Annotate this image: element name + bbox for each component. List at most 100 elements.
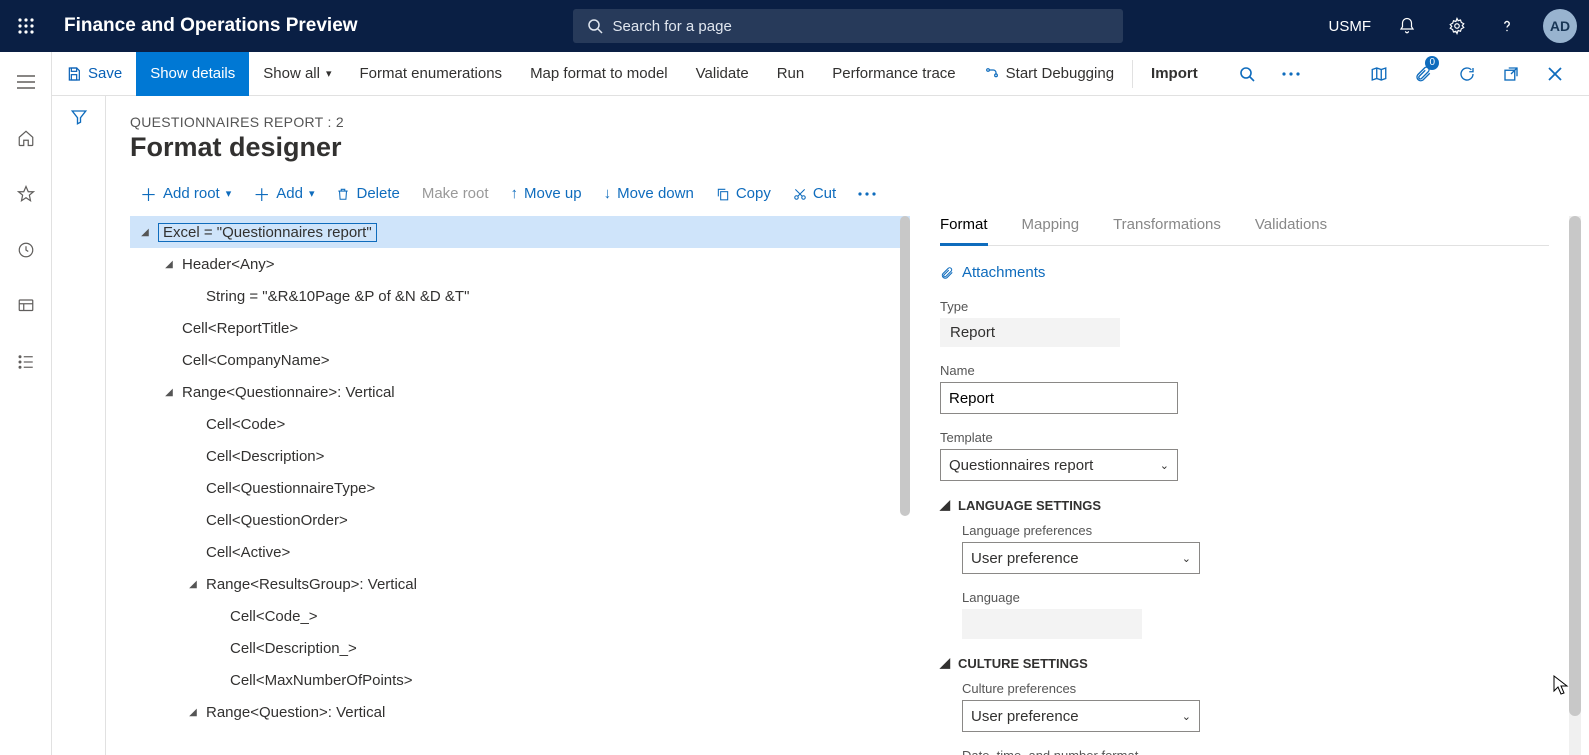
- tree-row[interactable]: ◢ Range<ResultsGroup>: Vertical: [130, 568, 910, 600]
- culture-pref-value: User preference: [971, 708, 1079, 725]
- map-location-button[interactable]: [1361, 52, 1397, 96]
- map-points-button[interactable]: [1317, 52, 1353, 96]
- workspaces-button[interactable]: [10, 290, 42, 322]
- list-icon: [17, 353, 35, 371]
- tree-row[interactable]: ◢Range<Question>: Vertical: [130, 696, 910, 728]
- tree-row[interactable]: Cell<Active>: [130, 536, 910, 568]
- recent-button[interactable]: [10, 234, 42, 266]
- arrow-up-icon: ↑: [511, 185, 519, 202]
- tree-scrollbar[interactable]: [900, 216, 910, 516]
- language-preferences-select[interactable]: User preference ⌄: [962, 542, 1200, 574]
- run-button[interactable]: Run: [763, 52, 819, 96]
- save-button[interactable]: Save: [52, 52, 136, 96]
- move-down-button[interactable]: ↓Move down: [594, 181, 704, 206]
- tree-expander[interactable]: ◢: [138, 227, 152, 238]
- copy-button[interactable]: Copy: [706, 181, 781, 206]
- tree-row[interactable]: Cell<Code_>: [130, 600, 910, 632]
- refresh-button[interactable]: [1449, 52, 1485, 96]
- cut-button[interactable]: Cut: [783, 181, 846, 206]
- company-label[interactable]: USMF: [1329, 18, 1372, 35]
- tab-mapping[interactable]: Mapping: [1022, 216, 1080, 245]
- app-launcher-button[interactable]: [0, 17, 52, 35]
- tree-row[interactable]: String = "&R&10Page &P of &N &D &T": [130, 280, 910, 312]
- tree-node-label: Cell<Description_>: [230, 640, 357, 657]
- expand-icon: ◢: [940, 497, 950, 513]
- properties-scrollbar-thumb[interactable]: [1569, 216, 1581, 716]
- tree-row[interactable]: ◢Header<Any>: [130, 248, 910, 280]
- tree-node-label: Cell<CompanyName>: [182, 352, 330, 369]
- tree-row[interactable]: Cell<MaxNumberOfPoints>: [130, 664, 910, 696]
- close-button[interactable]: [1537, 52, 1573, 96]
- filter-button[interactable]: [70, 108, 88, 755]
- tree-node-label: Range<ResultsGroup>: Vertical: [206, 576, 417, 593]
- template-select[interactable]: Questionnaires report ⌄: [940, 449, 1178, 481]
- attachments-badge: 0: [1425, 56, 1439, 70]
- format-enumerations-button[interactable]: Format enumerations: [346, 52, 517, 96]
- waffle-icon: [17, 17, 35, 35]
- tree-row[interactable]: ◢Excel = "Questionnaires report": [130, 216, 910, 248]
- modules-button[interactable]: [10, 346, 42, 378]
- tab-format[interactable]: Format: [940, 216, 988, 246]
- culture-settings-header[interactable]: ◢ CULTURE SETTINGS: [940, 655, 1549, 671]
- culture-preferences-select[interactable]: User preference ⌄: [962, 700, 1200, 732]
- tree-row[interactable]: Cell<Code>: [130, 408, 910, 440]
- tree-node-label: Cell<Active>: [206, 544, 290, 561]
- add-button[interactable]: ＋Add▾: [243, 177, 324, 210]
- validate-button[interactable]: Validate: [682, 52, 763, 96]
- top-nav: Finance and Operations Preview Search fo…: [0, 0, 1589, 52]
- map-format-button[interactable]: Map format to model: [516, 52, 682, 96]
- tree-row[interactable]: Cell<Description>: [130, 440, 910, 472]
- tree-expander[interactable]: ◢: [186, 579, 200, 590]
- search-icon: [1239, 66, 1255, 82]
- tree-row[interactable]: Cell<QuestionOrder>: [130, 504, 910, 536]
- favorites-button[interactable]: [10, 178, 42, 210]
- tree-expander[interactable]: ◢: [162, 259, 176, 270]
- help-button[interactable]: [1493, 12, 1521, 40]
- tree-node-label: Cell<QuestionnaireType>: [206, 480, 375, 497]
- close-icon: [1547, 66, 1563, 82]
- performance-trace-button[interactable]: Performance trace: [818, 52, 969, 96]
- chevron-down-icon: ▾: [226, 187, 232, 200]
- add-root-button[interactable]: ＋Add root▾: [130, 177, 241, 210]
- cut-icon: [793, 186, 807, 202]
- tree-row[interactable]: Cell<QuestionnaireType>: [130, 472, 910, 504]
- open-new-window-button[interactable]: [1493, 52, 1529, 96]
- type-label: Type: [940, 299, 1549, 314]
- tree-row[interactable]: Cell<CompanyName>: [130, 344, 910, 376]
- home-button[interactable]: [10, 122, 42, 154]
- language-settings-header[interactable]: ◢ LANGUAGE SETTINGS: [940, 497, 1549, 513]
- format-tree[interactable]: ◢Excel = "Questionnaires report"◢Header<…: [130, 216, 910, 755]
- properties-scrollbar-track[interactable]: [1569, 216, 1581, 755]
- field-culture-preferences: Culture preferences User preference ⌄: [962, 681, 1549, 732]
- product-title: Finance and Operations Preview: [52, 15, 358, 37]
- attachments-link[interactable]: Attachments: [940, 264, 1549, 281]
- chevron-down-icon: ▾: [326, 67, 332, 80]
- attachments-button[interactable]: 0: [1405, 52, 1441, 96]
- field-date-format: Date, time, and number format: [962, 748, 1549, 755]
- notifications-button[interactable]: [1393, 12, 1421, 40]
- move-up-button[interactable]: ↑Move up: [501, 181, 592, 206]
- tree-expander[interactable]: ◢: [162, 387, 176, 398]
- tab-validations[interactable]: Validations: [1255, 216, 1327, 245]
- hamburger-button[interactable]: [10, 66, 42, 98]
- tree-node-label: String = "&R&10Page &P of &N &D &T": [206, 288, 469, 305]
- search-command-button[interactable]: [1229, 52, 1265, 96]
- start-debugging-button[interactable]: Start Debugging: [970, 52, 1128, 96]
- name-input[interactable]: [940, 382, 1178, 414]
- tab-transformations[interactable]: Transformations: [1113, 216, 1221, 245]
- import-button[interactable]: Import: [1137, 52, 1212, 96]
- search-box[interactable]: Search for a page: [573, 9, 1123, 43]
- user-avatar[interactable]: AD: [1543, 9, 1577, 43]
- tree-row[interactable]: Cell<ReportTitle>: [130, 312, 910, 344]
- toolbar-more-button[interactable]: [848, 188, 886, 200]
- tree-node-label: Range<Questionnaire>: Vertical: [182, 384, 395, 401]
- tree-expander[interactable]: ◢: [186, 707, 200, 718]
- show-details-button[interactable]: Show details: [136, 52, 249, 96]
- delete-button[interactable]: Delete: [326, 181, 409, 206]
- settings-button[interactable]: [1443, 12, 1471, 40]
- tree-row[interactable]: Cell<Description_>: [130, 632, 910, 664]
- show-all-button[interactable]: Show all ▾: [249, 52, 345, 96]
- tree-row[interactable]: ◢ Range<Questionnaire>: Vertical: [130, 376, 910, 408]
- more-commands-button[interactable]: [1273, 52, 1309, 96]
- culture-settings-label: CULTURE SETTINGS: [958, 656, 1088, 671]
